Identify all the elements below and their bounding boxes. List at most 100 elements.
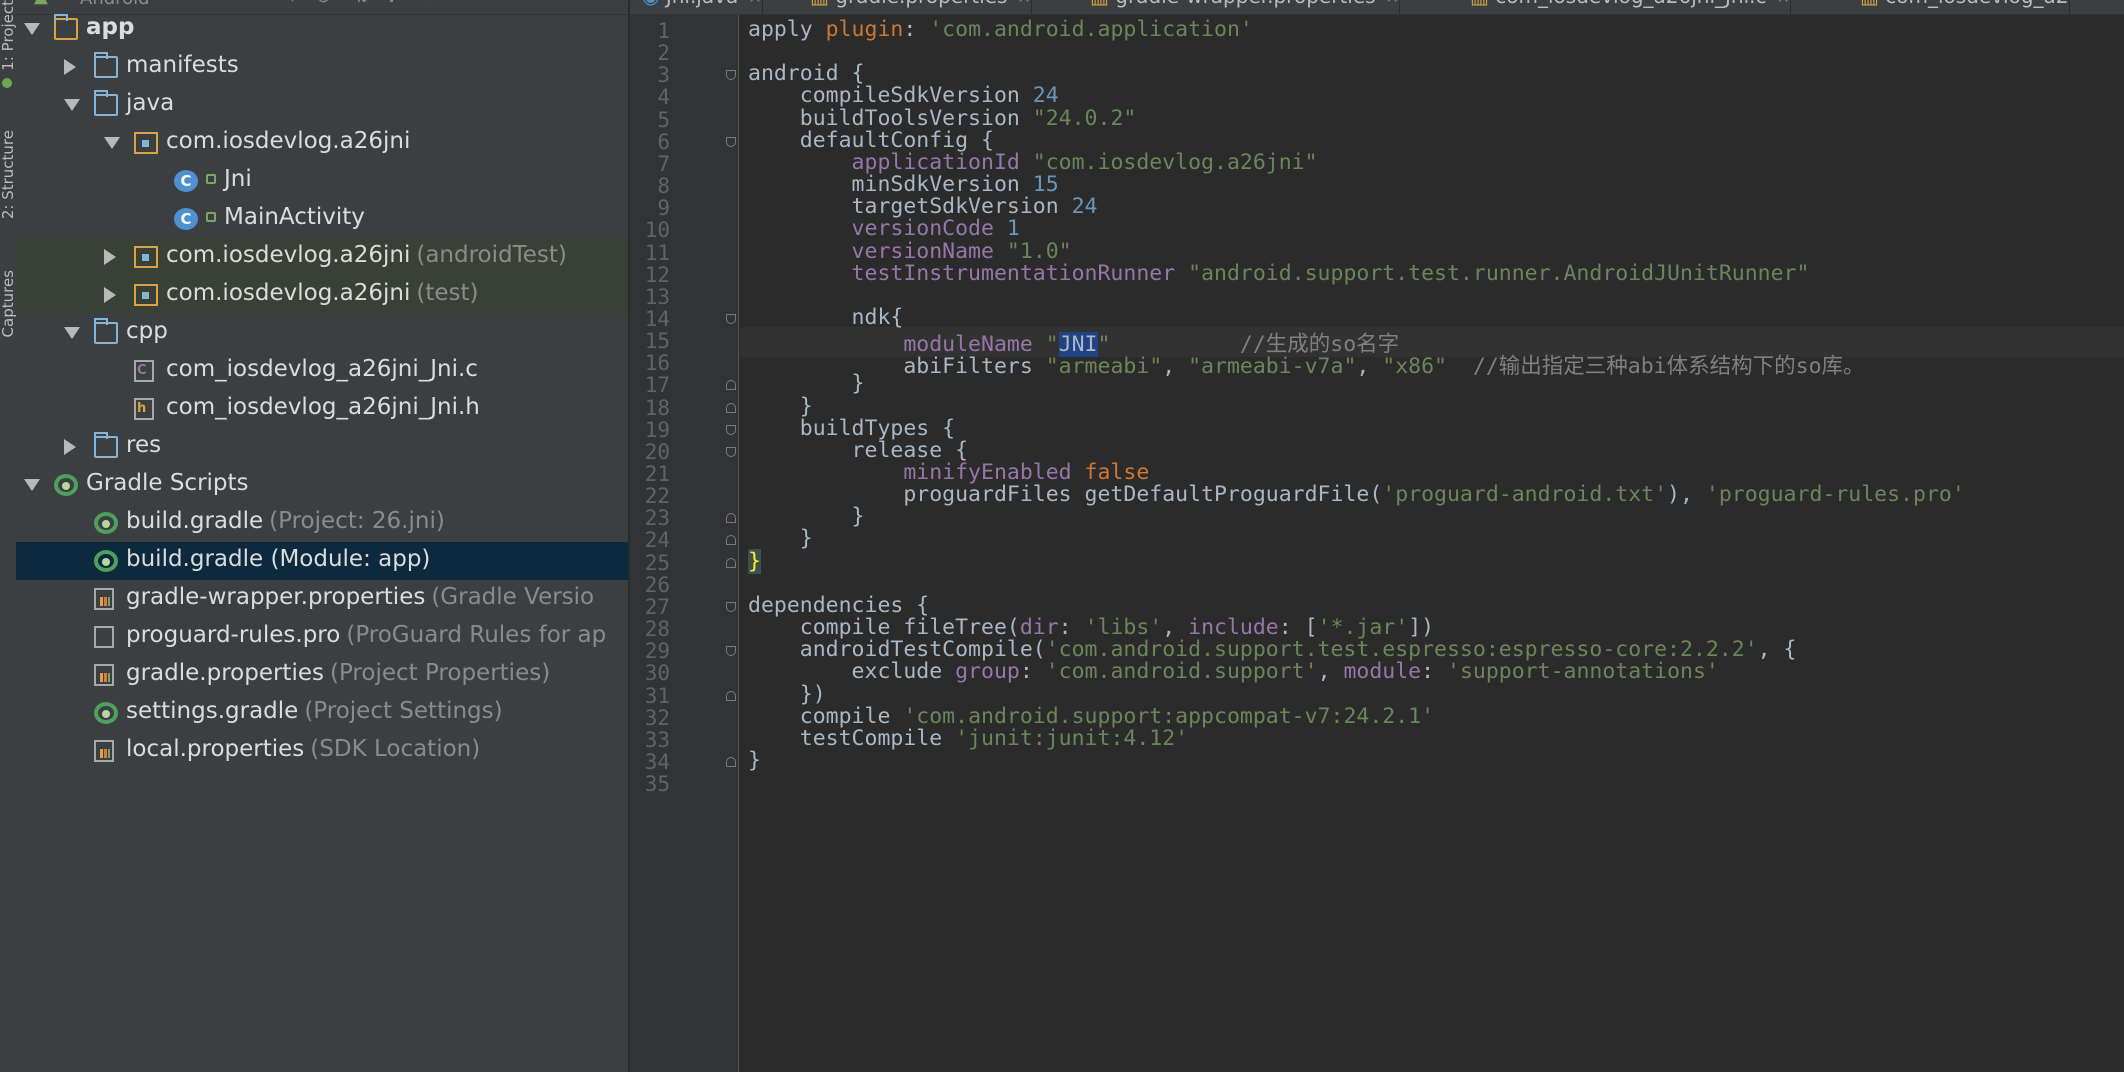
tree-item-com-iosdevlog-a26jni-jni-c[interactable]: Ccom_iosdevlog_a26jni_Jni.c [16,352,628,390]
editor-tab[interactable]: ▥ gradle.properties ✕ [810,0,1032,14]
editor-tab[interactable]: ▥ com_iosdevlog_a2 [1860,0,2070,14]
h-file-icon: h [134,398,154,420]
tree-item-label: gradle-wrapper.properties (Gradle Versio [126,584,595,610]
fold-end-marker-icon[interactable] [726,756,736,767]
tree-item-gradle-wrapper-properties[interactable]: gradle-wrapper.properties (Gradle Versio [16,580,628,618]
line-number: 32 [644,705,670,730]
settings-gear-icon[interactable]: ✱ [384,0,399,7]
close-tab-icon[interactable]: ✕ [1777,0,1790,7]
tree-item-local-properties[interactable]: local.properties (SDK Location) [16,732,628,770]
code-token: 'junit:junit:4.12' [955,725,1189,751]
fold-end-marker-icon[interactable] [726,535,736,546]
project-tool-button[interactable]: 1: Project [0,0,17,71]
access-modifier-icon [206,212,216,222]
code-line[interactable]: testCompile 'junit:junit:4.12' [748,726,1188,751]
c-file-icon: C [134,360,154,382]
code-line[interactable]: proguardFiles getDefaultProguardFile('pr… [748,482,1964,508]
code-line[interactable]: } [748,548,761,574]
line-number: 27 [644,594,670,619]
tree-item-com-iosdevlog-a26jni[interactable]: com.iosdevlog.a26jni (androidTest) [16,238,628,276]
android-icon [2,78,12,88]
hide-panel-icon[interactable]: ⇥ [416,0,431,7]
line-number: 21 [644,462,670,486]
tree-item-gradle-scripts[interactable]: Gradle Scripts [16,466,628,504]
tree-item-label: com.iosdevlog.a26jni [166,128,411,154]
code-token: ), [1667,482,1706,508]
tree-item-label: com.iosdevlog.a26jni (test) [166,280,479,306]
editor-tab[interactable]: ◉ Jni.java ✕ [642,0,763,14]
tree-item-cpp[interactable]: cpp [16,314,628,352]
code-token: , [1317,659,1344,685]
tree-item-jni[interactable]: C Jni [16,162,628,200]
tree-item-settings-gradle[interactable]: settings.gradle (Project Settings) [16,694,628,732]
captures-tool-button[interactable]: Captures [0,270,17,337]
close-tab-icon[interactable]: ✕ [748,0,761,7]
fold-end-marker-icon[interactable] [726,402,736,413]
fold-marker-icon[interactable] [726,136,736,147]
fold-marker-icon[interactable] [726,646,736,657]
line-number: 19 [644,417,670,442]
project-view-selector[interactable]: Android [80,0,150,9]
expand-arrow-down-icon[interactable] [104,137,120,149]
fold-end-marker-icon[interactable] [726,380,736,391]
editor-tab[interactable]: ▥ gradle-wrapper.properties ✕ [1090,0,1400,14]
expand-arrow-right-icon[interactable] [104,249,116,265]
expand-arrow-down-icon[interactable] [64,327,80,339]
expand-arrow-down-icon[interactable] [24,23,40,35]
code-token: 'com.android.support' [1045,659,1318,685]
fold-end-marker-icon[interactable] [726,557,736,568]
code-editor[interactable]: apply plugin: 'com.android.application' a… [740,15,2124,1072]
tree-item-app[interactable]: app [16,10,628,48]
code-token: } [748,548,761,574]
structure-tool-button[interactable]: 2: Structure [0,130,17,219]
tree-item-java[interactable]: java [16,86,628,124]
code-line[interactable]: abiFilters "armeabi", "armeabi-v7a", "x8… [748,349,1864,380]
line-number: 25 [644,550,670,575]
fold-marker-icon[interactable] [726,424,736,435]
tree-item-com-iosdevlog-a26jni[interactable]: com.iosdevlog.a26jni (test) [16,276,628,314]
dropdown-arrow-icon[interactable]: ▾ [288,0,297,7]
gradle-icon [94,702,118,724]
folder-icon [94,52,118,78]
code-line[interactable]: } [748,748,761,773]
code-line[interactable]: testInstrumentationRunner "android.suppo… [748,261,1810,286]
fold-end-marker-icon[interactable] [726,513,736,524]
expand-arrow-right-icon[interactable] [104,287,116,303]
editor-tab-label: gradle.properties [835,0,1007,8]
collapse-all-icon[interactable]: ⇅ [354,0,369,7]
expand-arrow-right-icon[interactable] [64,439,76,455]
line-number: 29 [644,639,670,664]
code-line[interactable]: apply plugin: 'com.android.application' [748,17,1253,42]
code-token: 'proguard-android.txt' [1382,482,1668,508]
line-number: 22 [644,484,670,509]
tree-item-com-iosdevlog-a26jni-jni-h[interactable]: h com_iosdevlog_a26jni_Jni.h [16,390,628,428]
tree-item-proguard-rules-pro[interactable]: proguard-rules.pro (ProGuard Rules for ap [16,618,628,656]
fold-end-marker-icon[interactable] [726,690,736,701]
tree-item-build-gradle-module-app[interactable]: build.gradle (Module: app) [16,542,628,580]
tree-item-gradle-properties[interactable]: gradle.properties (Project Properties) [16,656,628,694]
code-line[interactable]: exclude group: 'com.android.support', mo… [748,659,1719,684]
fold-marker-icon[interactable] [726,70,736,81]
tree-item-com-iosdevlog-a26jni[interactable]: com.iosdevlog.a26jni [16,124,628,162]
code-token: , { [1757,637,1797,663]
expand-arrow-down-icon[interactable] [24,479,40,491]
tree-item-label: Jni [224,166,252,192]
fold-marker-icon[interactable] [726,601,736,612]
tree-item-build-gradle[interactable]: build.gradle (Project: 26.jni) [16,504,628,542]
properties-icon [94,740,114,762]
tree-item-label: gradle.properties (Project Properties) [126,660,551,686]
scroll-from-source-icon[interactable]: ⊕ [316,0,331,7]
line-number: 10 [644,218,670,243]
editor-tab[interactable]: ▥ com_iosdevlog_a26jni_Jni.c ✕ [1470,0,1791,14]
tree-item-mainactivity[interactable]: C MainActivity [16,200,628,238]
fold-marker-icon[interactable] [726,446,736,457]
expand-arrow-right-icon[interactable] [64,59,76,75]
expand-arrow-down-icon[interactable] [64,99,80,111]
tree-item-res[interactable]: res [16,428,628,466]
close-tab-icon[interactable]: ✕ [1386,0,1399,7]
fold-marker-icon[interactable] [726,313,736,324]
line-number: 17 [644,373,670,398]
tree-item-manifests[interactable]: manifests [16,48,628,86]
editor-tab-label: gradle-wrapper.properties [1115,0,1375,8]
close-tab-icon[interactable]: ✕ [1017,0,1030,7]
